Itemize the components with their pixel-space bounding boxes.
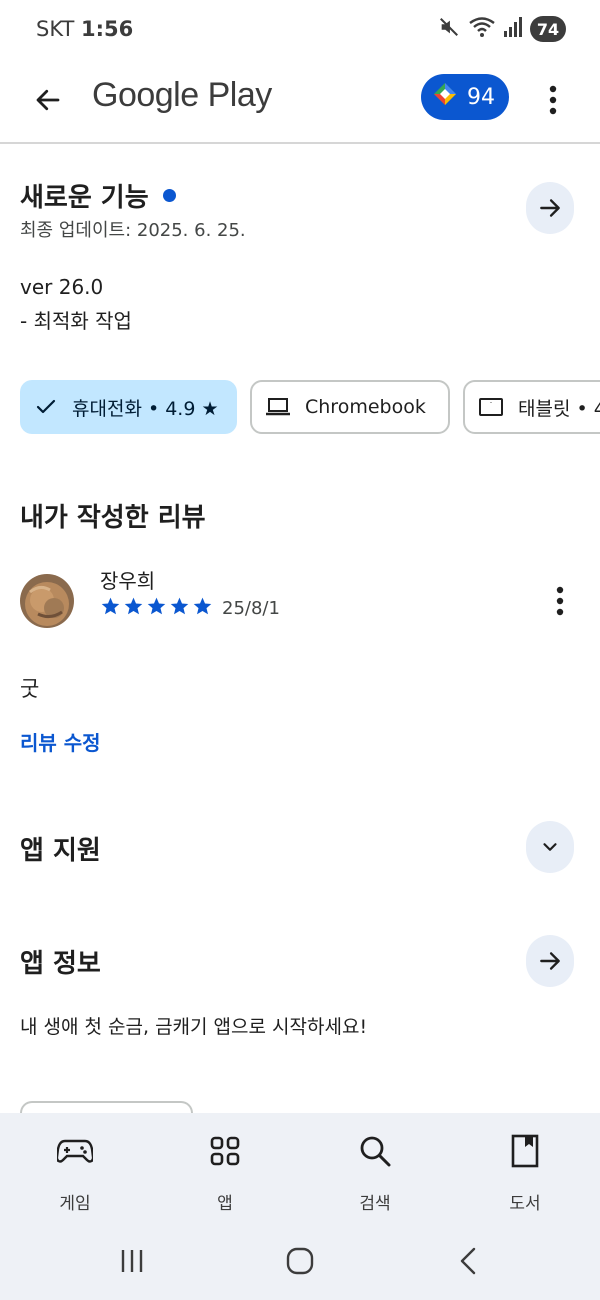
battery-badge: 74 [530, 16, 566, 42]
chip-chromebook-label: Chromebook [305, 396, 426, 418]
star-icon [147, 597, 166, 615]
app-description: 내 생애 첫 순금, 금캐기 앱으로 시작하세요! [20, 1016, 368, 1038]
app-support-heading: 앱 지원 [20, 836, 101, 866]
chip-chromebook[interactable]: Chromebook [250, 380, 450, 434]
mute-icon [438, 16, 460, 42]
signal-icon [504, 17, 522, 41]
play-points-icon [433, 82, 457, 112]
recents-icon [121, 1250, 143, 1272]
nav-search-label: 검색 [359, 1194, 391, 1214]
app-bar: Google Play 94 [0, 60, 600, 144]
google-play-brand: Google Play [92, 76, 272, 114]
reviewer-name: 장우희 [100, 569, 156, 593]
status-time: 1:56 [81, 17, 134, 41]
nav-search[interactable]: 검색 [320, 1131, 430, 1214]
star-icon [101, 597, 120, 615]
wifi-icon [468, 16, 496, 42]
play-points-count: 94 [467, 84, 495, 110]
more-vert-icon [556, 586, 564, 616]
apps-grid-icon [205, 1131, 245, 1171]
new-indicator-dot [162, 189, 176, 202]
nav-games-label: 게임 [59, 1194, 91, 1214]
star-icon [193, 597, 212, 615]
laptop-icon [266, 398, 290, 416]
system-navigation-bar [0, 1241, 600, 1281]
app-support-expand-button[interactable] [526, 821, 574, 873]
tablet-icon [479, 398, 503, 416]
chip-tablet-label: 태블릿 • 4 [518, 397, 600, 420]
chevron-left-icon [460, 1247, 476, 1275]
review-menu-button[interactable] [546, 584, 574, 618]
arrow-back-icon [36, 89, 60, 111]
check-icon [36, 399, 56, 414]
star-icon [170, 597, 189, 615]
arrow-forward-icon [540, 952, 560, 970]
chip-tablet[interactable]: 태블릿 • 4 [463, 380, 600, 434]
my-review-heading: 내가 작성한 리뷰 [20, 503, 206, 533]
edit-review-link[interactable]: 리뷰 수정 [20, 727, 101, 756]
device-filter-chips: 휴대전화 • 4.9 ★ Chromebook 태블릿 • 4 [20, 380, 600, 436]
nav-books[interactable]: 도서 [470, 1131, 580, 1214]
status-carrier: SKT 1:56 [36, 17, 133, 41]
back-button[interactable] [26, 78, 70, 122]
chip-phone[interactable]: 휴대전화 • 4.9 ★ [20, 380, 237, 434]
gamepad-icon [55, 1131, 95, 1171]
avatar [20, 574, 74, 628]
whats-new-heading: 새로운 기능 [20, 177, 176, 214]
more-vert-icon [549, 85, 557, 115]
home-icon [286, 1247, 314, 1275]
nav-apps[interactable]: 앱 [170, 1131, 280, 1214]
whats-new-arrow-button[interactable] [526, 182, 574, 234]
review-rating [100, 596, 213, 616]
chip-phone-label: 휴대전화 • 4.9 ★ [72, 397, 219, 420]
status-bar: SKT 1:56 74 [0, 0, 600, 60]
release-note-line: - 최적화 작업 [20, 309, 132, 333]
play-points-button[interactable]: 94 [421, 74, 509, 120]
arrow-forward-icon [540, 199, 560, 217]
book-icon [505, 1131, 545, 1171]
last-updated-text: 최종 업데이트: 2025. 6. 25. [20, 220, 246, 241]
carrier-label: SKT [36, 17, 75, 41]
bottom-navigation: 게임 앱 검색 도서 [0, 1113, 600, 1300]
review-body: 굿 [20, 677, 40, 701]
chevron-down-icon [543, 843, 557, 851]
review-date: 25/8/1 [222, 598, 280, 619]
app-info-arrow-button[interactable] [526, 935, 574, 987]
recents-button[interactable] [112, 1241, 152, 1281]
search-icon [355, 1131, 395, 1171]
system-back-button[interactable] [448, 1241, 488, 1281]
nav-apps-label: 앱 [217, 1194, 233, 1214]
release-notes: ver 26.0 - 최적화 작업 [20, 270, 132, 338]
app-info-heading: 앱 정보 [20, 949, 101, 979]
nav-books-label: 도서 [509, 1194, 541, 1214]
star-icon [124, 597, 143, 615]
nav-games[interactable]: 게임 [20, 1131, 130, 1214]
overflow-menu-button[interactable] [536, 78, 570, 122]
whats-new-title: 새로운 기능 [20, 183, 149, 213]
status-icons: 74 [438, 16, 566, 42]
home-button[interactable] [280, 1241, 320, 1281]
release-version: ver 26.0 [20, 275, 104, 299]
